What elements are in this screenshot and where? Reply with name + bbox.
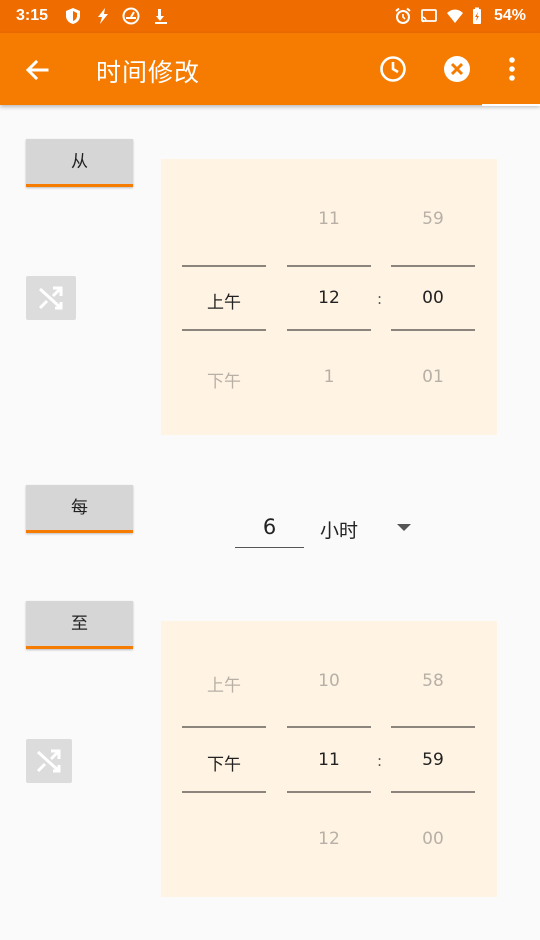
from-hour-divider-top	[287, 265, 371, 267]
battery-percent: 54%	[493, 7, 526, 24]
to-ampm-divider-top	[182, 726, 266, 728]
from-hour-prev[interactable]: 11	[287, 209, 371, 229]
to-button[interactable]: 至	[26, 601, 133, 649]
back-arrow-icon[interactable]	[22, 55, 52, 85]
from-time-separator: :	[377, 290, 383, 308]
to-hour-divider-bottom	[287, 791, 371, 793]
from-hour-divider-bottom	[287, 329, 371, 331]
alarm-icon	[395, 7, 411, 24]
status-time: 3:15	[16, 7, 49, 24]
shuffle-icon	[38, 286, 63, 310]
to-ampm-divider-bottom	[182, 791, 266, 793]
to-shuffle-button[interactable]	[26, 739, 72, 783]
to-hour-next[interactable]: 12	[287, 829, 371, 849]
to-hour-divider-top	[287, 726, 371, 728]
to-minute-next[interactable]: 00	[391, 829, 475, 849]
from-minute-next[interactable]: 01	[391, 367, 475, 387]
clock-icon[interactable]	[378, 54, 408, 84]
from-ampm-divider-bottom	[182, 329, 266, 331]
from-button[interactable]: 从	[26, 139, 133, 187]
to-time-separator: :	[377, 752, 383, 770]
from-ampm-next[interactable]: 下午	[182, 367, 266, 392]
every-unit-select[interactable]: 小时	[320, 516, 358, 543]
more-vert-icon[interactable]	[498, 54, 526, 84]
to-minute-prev[interactable]: 58	[391, 671, 475, 691]
to-minute-selected[interactable]: 59	[391, 750, 475, 770]
dropdown-arrow-icon[interactable]	[397, 524, 411, 531]
to-ampm-selected[interactable]: 下午	[182, 750, 266, 775]
to-time-picker: 上午 下午 10 11 12 : 58 59 00	[161, 621, 497, 897]
toolbar-indicator	[482, 104, 540, 106]
from-time-picker: 上午 下午 11 12 1 : 59 00 01	[161, 159, 497, 435]
from-minute-divider-top	[391, 265, 475, 267]
page-title: 时间修改	[96, 58, 201, 87]
from-hour-selected[interactable]: 12	[287, 288, 371, 308]
shield-icon	[66, 8, 80, 24]
toolbar: 时间修改	[0, 33, 540, 105]
from-minute-divider-bottom	[391, 329, 475, 331]
speedometer-icon	[122, 7, 140, 25]
to-hour-selected[interactable]: 11	[287, 750, 371, 770]
every-value-input[interactable]: 6	[235, 515, 304, 539]
from-ampm-divider-top	[182, 265, 266, 267]
from-minute-selected[interactable]: 00	[391, 288, 475, 308]
to-ampm-prev[interactable]: 上午	[182, 671, 266, 696]
every-button[interactable]: 每	[26, 485, 133, 533]
from-ampm-selected[interactable]: 上午	[182, 288, 266, 313]
to-minute-divider-top	[391, 726, 475, 728]
wifi-icon	[447, 9, 463, 23]
to-minute-divider-bottom	[391, 791, 475, 793]
shuffle-icon	[36, 749, 61, 773]
close-icon[interactable]	[442, 54, 472, 84]
download-icon	[155, 9, 167, 24]
to-hour-prev[interactable]: 10	[287, 671, 371, 691]
cast-icon	[421, 9, 437, 23]
from-minute-prev[interactable]: 59	[391, 209, 475, 229]
from-shuffle-button[interactable]	[26, 276, 76, 320]
from-hour-next[interactable]: 1	[287, 367, 371, 387]
flash-icon	[98, 8, 108, 24]
battery-icon	[473, 7, 481, 24]
every-value-underline	[235, 547, 304, 548]
status-bar: 3:15 54%	[0, 0, 540, 33]
